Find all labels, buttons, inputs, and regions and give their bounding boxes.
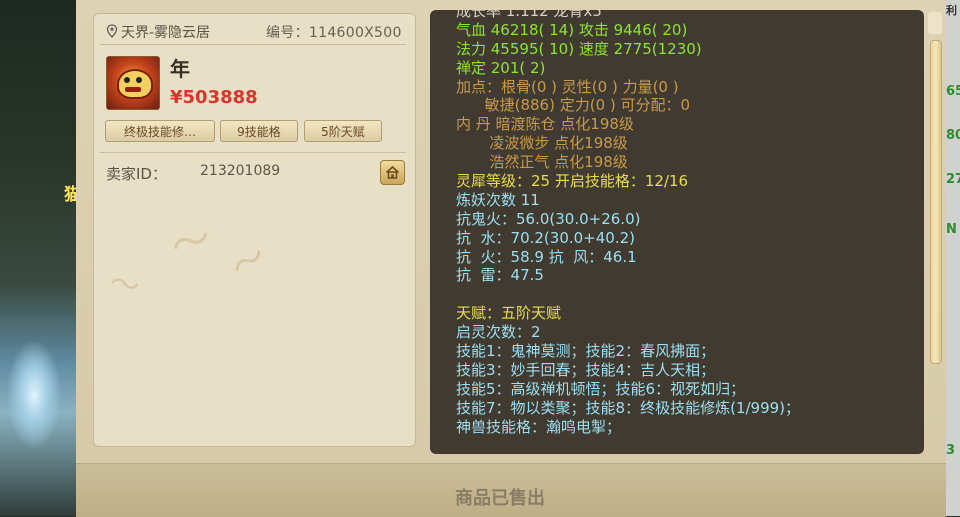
item-id-label: 编号： [266, 25, 309, 41]
stat-line: 气血 46218( 14) 攻击 9446( 20) [456, 20, 688, 39]
stat-line: 法力 45595( 10) 速度 2775(1230) [456, 39, 702, 58]
stat-line: 浩然正气 点化198级 [456, 153, 628, 172]
stat-line: 抗 雷：47.5 [456, 266, 544, 285]
stat-line: 技能5：高级禅机顿悟；技能6：视死如归； [456, 379, 746, 398]
stat-line: 成长率 1.112 龙骨x5 [456, 10, 602, 20]
background-glyph: 27 [946, 172, 960, 187]
background-glyph: 80 [946, 128, 960, 143]
stat-line: 神兽技能格：瀚鸣电掣； [456, 417, 622, 436]
game-background-right: 利 65 80 27 N 3 [946, 0, 960, 516]
item-id-value: 114600X500 [308, 25, 402, 41]
pet-name: 年 [170, 57, 190, 81]
seller-label: 卖家ID： [106, 165, 167, 183]
seller-id: 213201089 [200, 163, 281, 179]
server-name: 天界-雾隐云居 [121, 25, 211, 41]
stat-line: 敏捷(886) 定力(0 ) 可分配：0 [456, 96, 691, 115]
tag-skill-slots[interactable]: 9技能格 [220, 120, 298, 142]
background-glow [6, 340, 62, 450]
stat-line: 凌波微步 点化198级 [456, 134, 628, 153]
pet-avatar[interactable] [106, 56, 160, 110]
stat-line: 技能1：鬼神莫测；技能2：春风拂面； [456, 342, 716, 361]
stat-line: 抗鬼火：56.0(30.0+26.0) [456, 209, 641, 228]
stat-line: 灵犀等级：25 开启技能格：12/16 [456, 172, 689, 191]
location-pin-icon [106, 24, 118, 38]
divider [100, 44, 406, 45]
stat-line: 抗 水：70.2(30.0+40.2) [456, 228, 636, 247]
background-glyph: 3 [946, 443, 956, 458]
stat-lines: 成长率 1.112 龙骨x5 气血 46218( 14) 攻击 9446( 20)… [456, 10, 912, 436]
stat-line [456, 285, 912, 304]
price: ¥503888 [170, 87, 258, 108]
scrollbar-thumb[interactable] [930, 40, 942, 364]
background-glyph: 65 [946, 84, 960, 99]
tag-ultimate-skill[interactable]: 终极技能修… [105, 120, 215, 142]
stat-line: 加点：根骨(0 ) 灵性(0 ) 力量(0 ) [456, 77, 679, 96]
stat-line: 抗 火：58.9 抗 风：46.1 [456, 247, 637, 266]
sold-status: 商品已售出 [455, 488, 545, 509]
stat-line: 启灵次数：2 [456, 323, 541, 342]
divider [100, 152, 406, 153]
background-glyph: N [946, 222, 957, 237]
background-glyph: 利 [946, 4, 957, 17]
stat-line: 技能3：妙手回春；技能4：吉人天相； [456, 360, 716, 379]
item-id: 编号：114600X500 [266, 22, 402, 42]
stat-line: 天赋：五阶天赋 [456, 304, 562, 323]
seller-home-button[interactable] [380, 160, 405, 185]
stat-line: 内 丹 暗渡陈仓 点化198级 [456, 115, 634, 134]
stat-line: 技能7：物以类聚；技能8：终极技能修炼(1/999)； [456, 398, 801, 417]
tag-talent[interactable]: 5阶天赋 [304, 120, 382, 142]
scroll-up-button[interactable] [928, 12, 942, 34]
stat-line: 禅定 201( 2) [456, 58, 546, 77]
stat-line: 炼妖次数 11 [456, 190, 540, 209]
pet-stats-panel[interactable]: 成长率 1.112 龙骨x5 气血 46218( 14) 攻击 9446( 20)… [430, 10, 924, 454]
game-background-left: 猫 [0, 0, 81, 516]
home-icon [385, 165, 400, 179]
